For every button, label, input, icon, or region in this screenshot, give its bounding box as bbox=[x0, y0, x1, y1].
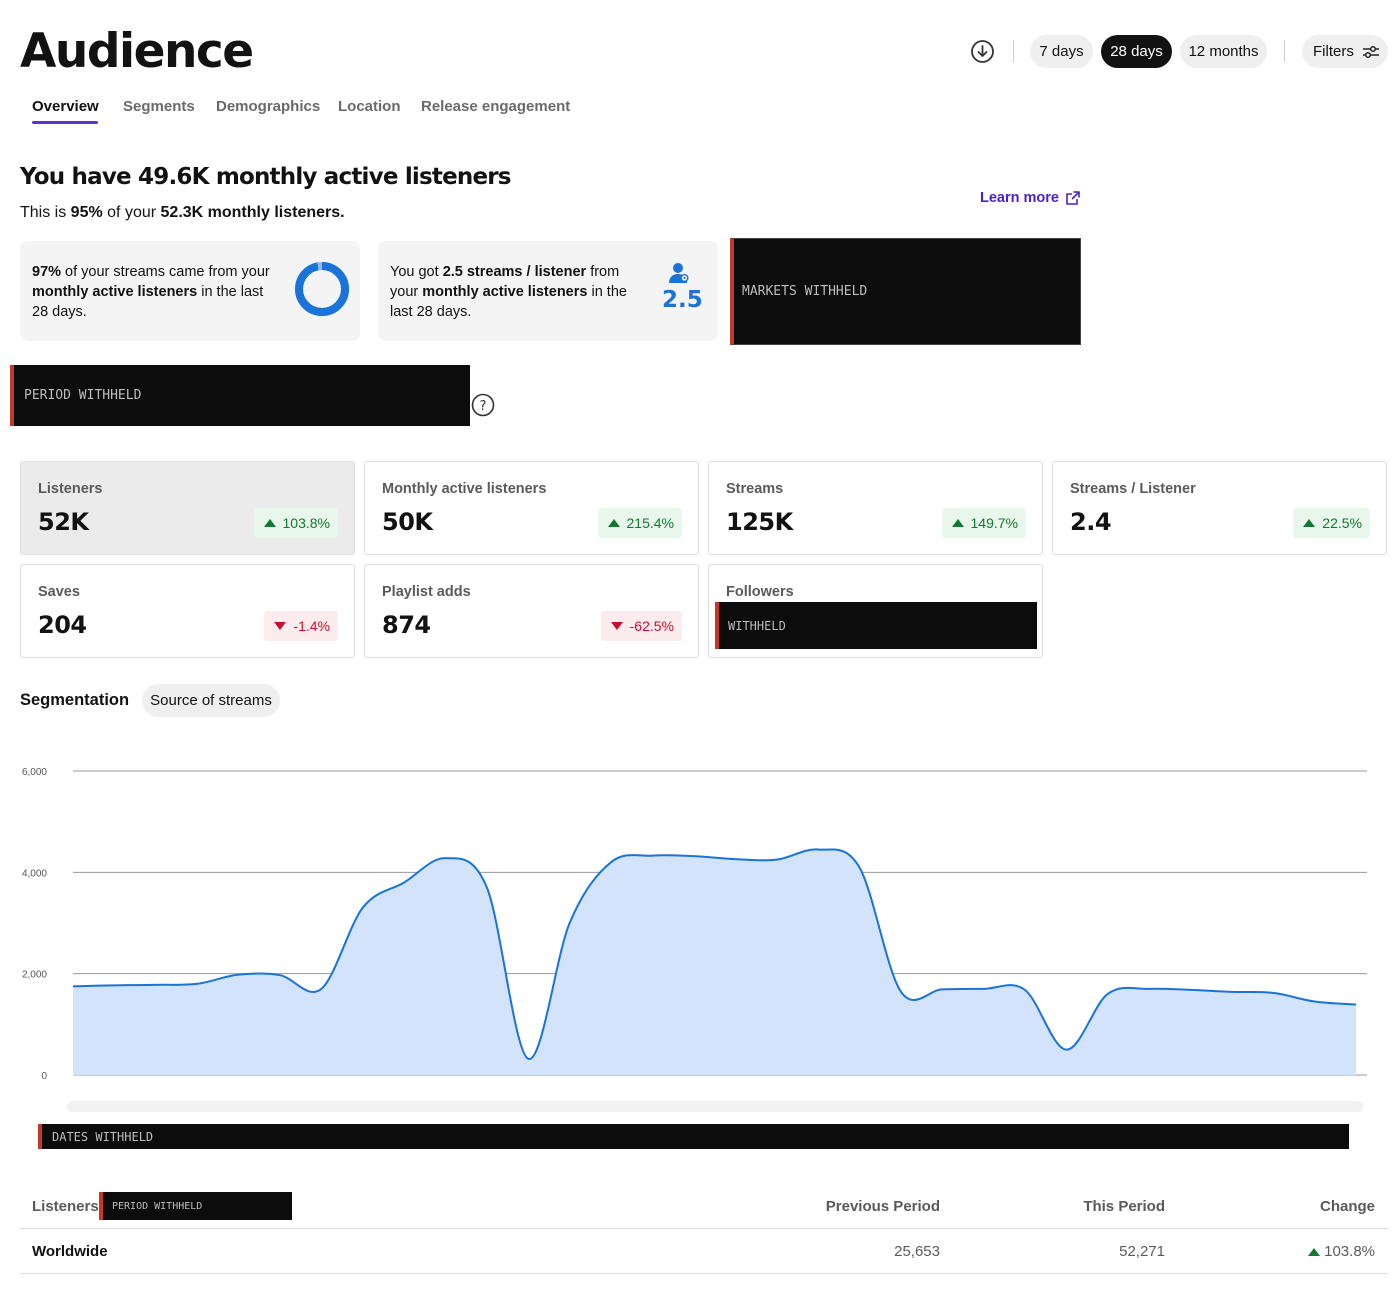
sliders-icon bbox=[1362, 45, 1379, 58]
metric-value: 874 bbox=[382, 611, 431, 639]
period-12-months-button[interactable]: 12 months bbox=[1180, 35, 1267, 68]
arrow-up-icon bbox=[263, 519, 276, 527]
divider bbox=[1013, 40, 1014, 62]
metric-label: Monthly active listeners bbox=[382, 481, 547, 497]
change-badge: -62.5% bbox=[600, 611, 682, 641]
summary-headline: You have 49.6K monthly active listeners bbox=[20, 164, 512, 190]
row-name: Worldwide bbox=[32, 1243, 108, 1260]
column-header-this-period: This Period bbox=[1083, 1198, 1165, 1215]
column-header-previous-period: Previous Period bbox=[825, 1198, 940, 1215]
metric-card-streams-per-listener[interactable]: Streams / Listener 2.4 22.5% bbox=[1052, 461, 1387, 555]
arrow-up-icon bbox=[1308, 1247, 1321, 1256]
change-badge: -1.4% bbox=[264, 611, 338, 641]
help-icon[interactable]: ? bbox=[471, 393, 495, 417]
row-change: 103.8% bbox=[1308, 1243, 1375, 1260]
metric-label: Listeners bbox=[38, 481, 103, 497]
streams-share-card: 97% of your streams came from your month… bbox=[20, 241, 360, 341]
learn-more-label: Learn more bbox=[980, 190, 1059, 206]
filters-button[interactable]: Filters bbox=[1302, 35, 1388, 68]
metric-label: Saves bbox=[38, 584, 80, 600]
y-tick-label: 4,000 bbox=[22, 868, 47, 879]
arrow-down-icon bbox=[610, 622, 623, 630]
y-tick-label: 0 bbox=[41, 1071, 47, 1082]
period-28-days-button[interactable]: 28 days bbox=[1101, 35, 1172, 68]
streams-per-listener-text: You got 2.5 streams / listener from your… bbox=[390, 264, 627, 320]
change-badge: 215.4% bbox=[597, 508, 682, 538]
metric-card-listeners[interactable]: Listeners 52K 103.8% bbox=[20, 461, 355, 555]
series-area bbox=[73, 849, 1356, 1075]
y-tick-label: 2,000 bbox=[22, 970, 47, 981]
row-previous-period: 25,653 bbox=[894, 1243, 940, 1260]
change-badge: 22.5% bbox=[1293, 508, 1370, 538]
metric-value: 125K bbox=[726, 508, 793, 536]
donut-icon bbox=[295, 262, 349, 316]
metric-label: Streams / Listener bbox=[1070, 481, 1196, 497]
download-icon[interactable] bbox=[970, 39, 995, 64]
svg-text:?: ? bbox=[480, 399, 487, 414]
metric-card-saves[interactable]: Saves 204 -1.4% bbox=[20, 564, 355, 658]
segmentation-label: Segmentation bbox=[20, 691, 130, 709]
page-title: Audience bbox=[20, 24, 254, 79]
metric-label: Streams bbox=[726, 481, 784, 497]
row-this-period: 52,271 bbox=[1119, 1243, 1165, 1260]
arrow-up-icon bbox=[607, 519, 620, 527]
table-title: Listeners bbox=[32, 1198, 99, 1215]
metric-value: 52K bbox=[38, 508, 89, 536]
table-period-redacted-block: PERIOD WITHHELD bbox=[99, 1192, 292, 1220]
active-tab-indicator bbox=[32, 121, 98, 124]
streams-per-listener-card: You got 2.5 streams / listener from your… bbox=[378, 241, 718, 341]
table-divider bbox=[20, 1228, 1388, 1229]
y-tick-label: 6,000 bbox=[22, 767, 47, 778]
metric-card-playlist-adds[interactable]: Playlist adds 874 -62.5% bbox=[364, 564, 699, 658]
tab-demographics[interactable]: Demographics bbox=[216, 98, 320, 115]
tab-location[interactable]: Location bbox=[338, 98, 401, 115]
metric-value: 50K bbox=[382, 508, 433, 536]
chart-scrollbar[interactable] bbox=[67, 1101, 1363, 1112]
learn-more-link[interactable]: Learn more bbox=[980, 190, 1081, 206]
metric-value: 2.4 bbox=[1070, 508, 1112, 536]
followers-redacted-block: WITHHELD bbox=[715, 602, 1037, 649]
markets-redacted-block: MARKETS WITHHELD bbox=[730, 238, 1081, 345]
dates-redacted-block: DATES WITHHELD bbox=[38, 1124, 1349, 1149]
metric-value: 204 bbox=[38, 611, 87, 639]
metric-card-streams[interactable]: Streams 125K 149.7% bbox=[708, 461, 1043, 555]
period-redacted-block: PERIOD WITHHELD bbox=[10, 365, 470, 426]
filters-label: Filters bbox=[1313, 43, 1354, 60]
tab-overview[interactable]: Overview bbox=[32, 98, 99, 115]
arrow-up-icon bbox=[1303, 519, 1316, 527]
arrow-up-icon bbox=[951, 519, 964, 527]
tab-release-engagement[interactable]: Release engagement bbox=[421, 98, 570, 115]
column-header-change: Change bbox=[1319, 1198, 1375, 1215]
metric-card-monthly-active-listeners[interactable]: Monthly active listeners 50K 215.4% bbox=[364, 461, 699, 555]
table-divider bbox=[20, 1273, 1388, 1274]
change-badge: 103.8% bbox=[253, 508, 338, 538]
listener-icon bbox=[669, 263, 689, 283]
streams-share-text: 97% of your streams came from your month… bbox=[32, 264, 270, 320]
metric-label: Followers bbox=[726, 584, 794, 600]
period-7-days-button[interactable]: 7 days bbox=[1030, 35, 1093, 68]
tab-segments[interactable]: Segments bbox=[123, 98, 195, 115]
metric-card-followers[interactable]: Followers WITHHELD bbox=[708, 564, 1043, 658]
summary-subline: This is 95% of your 52.3K monthly listen… bbox=[20, 204, 345, 221]
listeners-area-chart: 6,000 4,000 2,000 0 bbox=[22, 767, 1367, 1082]
streams-per-listener-value: 2.5 bbox=[662, 287, 703, 313]
divider bbox=[1284, 40, 1285, 62]
metric-label: Playlist adds bbox=[382, 584, 471, 600]
arrow-down-icon bbox=[274, 622, 287, 630]
source-of-streams-chip[interactable]: Source of streams bbox=[142, 684, 280, 717]
change-badge: 149.7% bbox=[941, 508, 1026, 538]
external-link-icon bbox=[1066, 191, 1080, 205]
